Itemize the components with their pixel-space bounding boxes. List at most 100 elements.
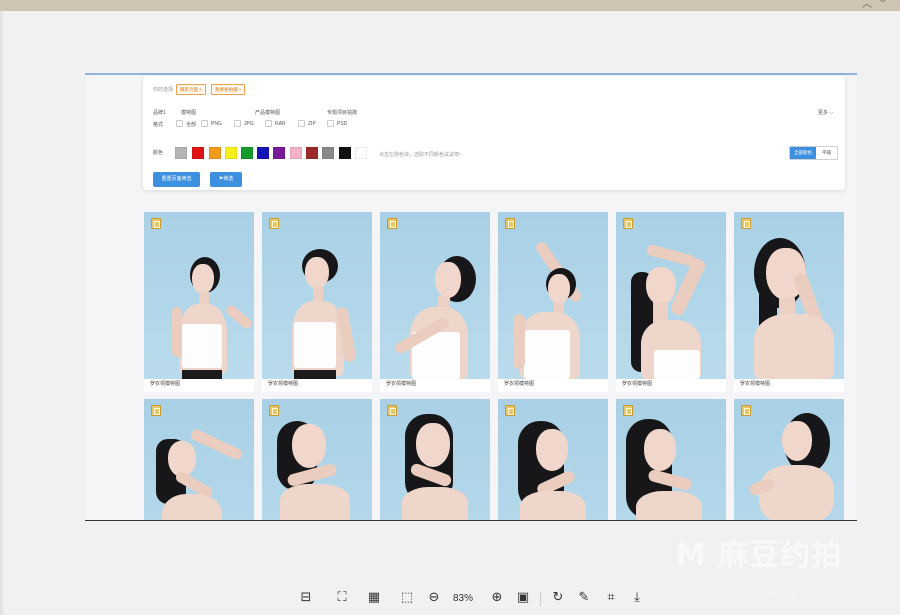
document-bottom-border <box>85 520 857 521</box>
photo-caption[interactable]: 罗衣领模特图 <box>268 380 298 389</box>
gallery-card[interactable]: 罗衣领模特图 <box>734 212 844 392</box>
color-mode-toggle[interactable]: 全部颜色 平铺 <box>789 146 838 160</box>
color-swatch[interactable] <box>306 147 318 159</box>
layout-icon[interactable]: ⊟ <box>296 588 316 608</box>
premium-badge-icon <box>269 218 279 229</box>
format-option[interactable]: RAR <box>275 121 286 127</box>
format-option[interactable]: ZIP <box>308 121 316 127</box>
gallery-photo[interactable] <box>144 399 254 521</box>
gallery-photo[interactable] <box>262 212 372 379</box>
format-checkbox[interactable] <box>201 120 208 127</box>
gallery-photo[interactable] <box>734 212 844 379</box>
format-checkbox[interactable] <box>298 120 305 127</box>
thumbnails-icon[interactable]: ▦ <box>364 588 384 608</box>
premium-badge-icon <box>387 218 397 229</box>
zoom-in-icon[interactable]: ⊕ <box>487 588 507 608</box>
format-option[interactable]: JPG <box>244 121 254 127</box>
format-option[interactable]: PSD <box>337 121 347 127</box>
premium-badge-icon <box>741 405 751 416</box>
format-checkbox[interactable] <box>234 120 241 127</box>
actual-size-icon[interactable]: ▣ <box>513 588 533 608</box>
filter-button-label: 筛选 <box>223 176 234 182</box>
watermark-subtitle: MADOUPHOTOGRAPH <box>706 593 797 600</box>
crop-icon[interactable]: ⌗ <box>601 588 621 608</box>
color-swatch[interactable] <box>241 147 253 159</box>
selected-tag[interactable]: 摄影页面 × <box>176 84 206 95</box>
left-edge <box>0 11 3 615</box>
color-swatch[interactable] <box>257 147 269 159</box>
toggle-option[interactable]: 平铺 <box>816 147 837 159</box>
gallery-photo[interactable] <box>616 212 726 379</box>
gallery-photo[interactable] <box>734 399 844 521</box>
gallery-card[interactable]: 罗衣领模特图 <box>144 212 254 392</box>
premium-badge-icon <box>387 405 397 416</box>
gallery-card[interactable] <box>380 399 490 521</box>
premium-badge-icon <box>505 218 515 229</box>
edit-icon[interactable]: ✎ <box>574 588 594 608</box>
category-label: 品牌1 <box>153 110 166 116</box>
download-icon[interactable]: ⤓ <box>627 588 647 608</box>
color-swatch[interactable] <box>209 147 221 159</box>
photo-caption[interactable]: 罗衣领模特图 <box>740 380 770 389</box>
document-top-border <box>85 73 857 75</box>
color-swatch[interactable] <box>355 147 367 159</box>
photo-caption[interactable]: 罗衣领模特图 <box>150 380 180 389</box>
more-toggle[interactable]: 更多 ⌵ <box>818 109 833 116</box>
format-option[interactable]: 全部 <box>186 121 196 128</box>
gallery-card[interactable]: 罗衣领模特图 <box>616 212 726 392</box>
photo-caption[interactable]: 罗衣领模特图 <box>386 380 416 389</box>
category-option[interactable]: 模特图 <box>181 109 196 116</box>
format-label: 格式 <box>153 122 164 128</box>
color-swatch[interactable] <box>192 147 204 159</box>
photo-caption[interactable]: 罗衣领模特图 <box>622 380 652 389</box>
viewer-toolbar: ⊟ ⛶ ▦ ⬚ ⊖ 83% ⊕ ▣ ↻ ✎ ⌗ ⤓ <box>290 588 650 610</box>
zoom-level[interactable]: 83% <box>453 588 473 610</box>
premium-badge-icon <box>151 218 161 229</box>
image-document: 你的选择 摄影页面 × 我要要拍摄 × 品牌1 模特图 产品模特图 专题项目拍摄… <box>85 73 857 521</box>
photo-caption[interactable]: 罗衣领模特图 <box>504 380 534 389</box>
toggle-option-active[interactable]: 全部颜色 <box>790 147 816 159</box>
gallery-card[interactable] <box>498 399 608 521</box>
gallery-photo[interactable] <box>498 399 608 521</box>
gallery-card[interactable] <box>262 399 372 521</box>
premium-badge-icon <box>269 405 279 416</box>
gallery-card[interactable] <box>144 399 254 521</box>
format-checkbox[interactable] <box>327 120 334 127</box>
format-option[interactable]: PNG <box>211 121 222 127</box>
color-swatch[interactable] <box>290 147 302 159</box>
reset-filter-button[interactable]: 重置页面筛选 <box>153 172 200 187</box>
color-swatch[interactable] <box>175 147 187 159</box>
collapse-icon[interactable]: ︿ <box>862 0 872 10</box>
premium-badge-icon <box>623 218 633 229</box>
format-checkbox[interactable] <box>265 120 272 127</box>
watermark-logo: M 麻豆约拍 <box>676 538 843 573</box>
gallery-photo[interactable] <box>380 399 490 521</box>
color-swatch[interactable] <box>322 147 334 159</box>
dropdown-icon[interactable]: ﹀ <box>878 0 888 10</box>
gallery-card[interactable]: 罗衣领模特图 <box>380 212 490 392</box>
color-swatch[interactable] <box>339 147 351 159</box>
category-option[interactable]: 专题项目拍摄 <box>327 109 357 116</box>
gallery-card[interactable]: 罗衣领模特图 <box>262 212 372 392</box>
title-bar: ︿ ﹀ <box>0 0 900 11</box>
premium-badge-icon <box>623 405 633 416</box>
zoom-out-icon[interactable]: ⊖ <box>424 588 444 608</box>
filter-button[interactable]: ⚑筛选 <box>210 172 242 187</box>
gallery-photo[interactable] <box>380 212 490 379</box>
gallery-card[interactable] <box>616 399 726 521</box>
category-option[interactable]: 产品模特图 <box>255 109 280 116</box>
rotate-icon[interactable]: ↻ <box>548 588 568 608</box>
premium-badge-icon <box>741 218 751 229</box>
gallery-photo[interactable] <box>616 399 726 521</box>
fit-selection-icon[interactable]: ⛶ <box>332 588 352 608</box>
color-swatch[interactable] <box>273 147 285 159</box>
fit-window-icon[interactable]: ⬚ <box>397 588 417 608</box>
gallery-card[interactable]: 罗衣领模特图 <box>498 212 608 392</box>
gallery-photo[interactable] <box>262 399 372 521</box>
format-checkbox[interactable] <box>176 120 183 127</box>
selected-tag[interactable]: 我要要拍摄 × <box>211 84 246 95</box>
color-swatch[interactable] <box>225 147 237 159</box>
gallery-photo[interactable] <box>144 212 254 379</box>
gallery-card[interactable] <box>734 399 844 521</box>
gallery-photo[interactable] <box>498 212 608 379</box>
